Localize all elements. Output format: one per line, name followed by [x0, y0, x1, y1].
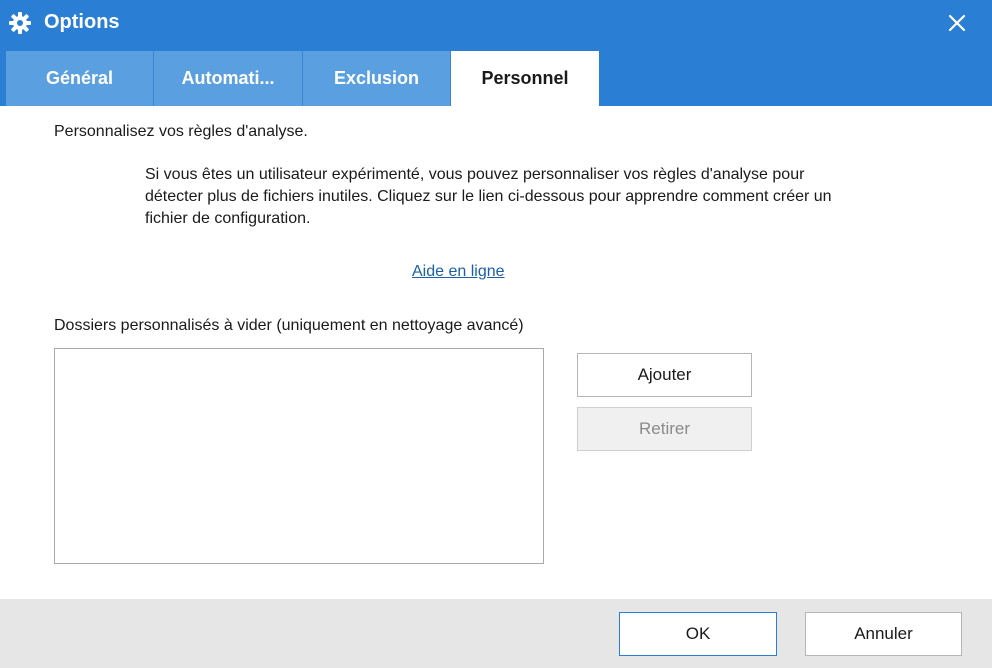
- tab-bar: Général Automati... Exclusion Personnel: [6, 51, 599, 106]
- window-title: Options: [44, 11, 120, 33]
- cancel-button[interactable]: Annuler: [805, 612, 962, 656]
- add-button[interactable]: Ajouter: [577, 353, 752, 397]
- tab-personnel[interactable]: Personnel: [451, 51, 599, 106]
- custom-folders-label: Dossiers personnalisés à vider (uniqueme…: [54, 317, 524, 334]
- remove-button[interactable]: Retirer: [577, 407, 752, 451]
- section-title: Personnalisez vos règles d'analyse.: [54, 123, 308, 140]
- tab-automatic[interactable]: Automati...: [154, 51, 303, 106]
- close-icon: [948, 14, 966, 32]
- close-button[interactable]: [938, 6, 976, 40]
- tab-general[interactable]: Général: [6, 51, 154, 106]
- title-bar: Options Général Automati... Exclusion Pe…: [0, 0, 992, 106]
- online-help-link[interactable]: Aide en ligne: [412, 262, 505, 282]
- ok-button[interactable]: OK: [619, 612, 777, 656]
- tab-exclusion[interactable]: Exclusion: [303, 51, 451, 106]
- custom-folders-list[interactable]: [54, 348, 544, 564]
- gear-icon: [8, 11, 32, 35]
- description-text: Si vous êtes un utilisateur expérimenté,…: [145, 166, 832, 227]
